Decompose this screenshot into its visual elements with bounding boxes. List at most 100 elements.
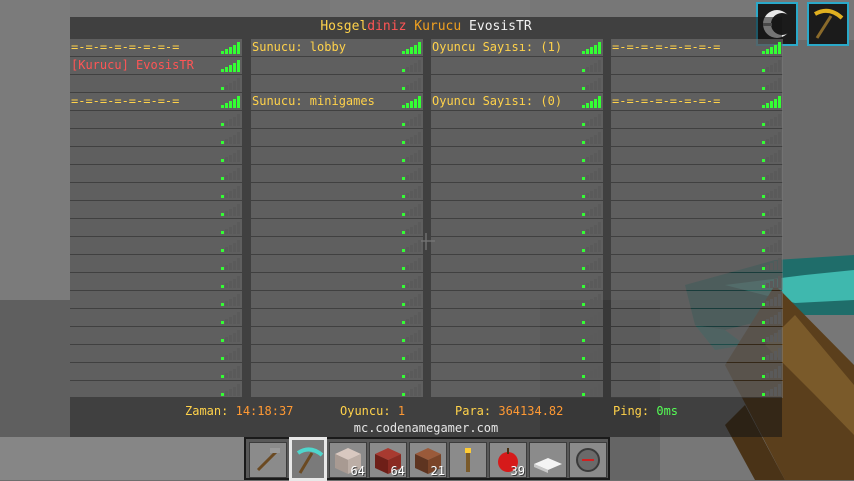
signal-strength-icon [402, 132, 421, 144]
footer-players: Oyuncu: 1 [340, 404, 405, 418]
signal-strength-icon [582, 312, 601, 324]
signal-strength-icon [582, 204, 601, 216]
signal-strength-icon [762, 132, 781, 144]
tab-slot [70, 363, 242, 380]
hotbar-slot-7[interactable]: 39 [489, 442, 527, 478]
hotbar-slot-4[interactable]: 64 [369, 442, 407, 478]
tab-slot [431, 201, 603, 218]
tab-slot [251, 183, 423, 200]
time-label: Zaman: [185, 404, 229, 418]
hotbar-slot-9[interactable] [569, 442, 607, 478]
signal-strength-icon [582, 42, 601, 54]
hotbar[interactable]: 64 64 21 39 [244, 437, 610, 481]
tab-slot [611, 327, 783, 344]
hotbar-slot-1[interactable] [249, 442, 287, 478]
tab-slot [431, 273, 603, 290]
tab-slot [431, 111, 603, 128]
signal-strength-icon [402, 258, 421, 270]
signal-strength-icon [762, 240, 781, 252]
player-tab-list: Hosgeldiniz Kurucu EvosisTR =-=-=-=-=-=-… [70, 17, 783, 398]
tab-slot [431, 327, 603, 344]
tab-header: Hosgeldiniz Kurucu EvosisTR [70, 19, 782, 35]
footer-time: Zaman: 14:18:37 [185, 404, 293, 418]
signal-strength-icon [402, 294, 421, 306]
hotbar-slot-8[interactable] [529, 442, 567, 478]
tab-slot [70, 201, 242, 218]
tab-slot [251, 147, 423, 164]
tab-slot [431, 291, 603, 308]
signal-strength-icon [762, 294, 781, 306]
tab-slot [70, 219, 242, 236]
hotbar-slot-2[interactable] [289, 437, 327, 481]
tab-slot: =-=-=-=-=-=-=-= [611, 39, 783, 56]
signal-strength-icon [221, 78, 240, 90]
tab-slot-text: =-=-=-=-=-=-=-= [612, 40, 721, 54]
tab-slot [251, 255, 423, 272]
tab-slot-text: =-=-=-=-=-=-=-= [612, 94, 721, 108]
tab-slot [611, 75, 783, 92]
signal-strength-icon [221, 330, 240, 342]
haste-effect-icon [807, 2, 849, 46]
signal-strength-icon [582, 60, 601, 72]
tab-slot [611, 183, 783, 200]
tab-slot [70, 111, 242, 128]
signal-strength-icon [762, 204, 781, 216]
signal-strength-icon [221, 60, 240, 72]
tab-slot [70, 147, 242, 164]
signal-strength-icon [221, 348, 240, 360]
signal-strength-icon [582, 168, 601, 180]
money-label: Para: [455, 404, 492, 418]
signal-strength-icon [221, 168, 240, 180]
signal-strength-icon [221, 312, 240, 324]
server-address: mc.codenamegamer.com [353, 421, 499, 435]
tab-slot [70, 291, 242, 308]
signal-strength-icon [762, 114, 781, 126]
hotbar-slot-6[interactable] [449, 442, 487, 478]
signal-strength-icon [402, 168, 421, 180]
tab-slot [251, 219, 423, 236]
tab-slot-text: Oyuncu Sayısı: (1) [432, 40, 563, 54]
signal-strength-icon [221, 240, 240, 252]
tab-slot [70, 129, 242, 146]
signal-strength-icon [221, 222, 240, 234]
signal-strength-icon [402, 204, 421, 216]
signal-strength-icon [582, 186, 601, 198]
signal-strength-icon [582, 96, 601, 108]
signal-strength-icon [402, 222, 421, 234]
signal-strength-icon [762, 258, 781, 270]
tab-slot [431, 363, 603, 380]
hoe-icon [256, 448, 280, 472]
signal-strength-icon [402, 240, 421, 252]
signal-strength-icon [402, 96, 421, 108]
tab-slot [251, 237, 423, 254]
tab-slot [611, 111, 783, 128]
header-greeting-suffix: diniz [367, 19, 407, 34]
tab-slot [431, 129, 603, 146]
signal-strength-icon [221, 132, 240, 144]
signal-strength-icon [402, 276, 421, 288]
header-player-name: EvosisTR [469, 19, 532, 34]
tab-slot [70, 255, 242, 272]
tab-slot [251, 165, 423, 182]
signal-strength-icon [402, 366, 421, 378]
signal-strength-icon [221, 96, 240, 108]
signal-strength-icon [221, 276, 240, 288]
signal-strength-icon [582, 258, 601, 270]
tab-slot: Oyuncu Sayısı: (1) [431, 39, 603, 56]
tab-slot: =-=-=-=-=-=-=-= [70, 39, 242, 56]
hotbar-slot-5[interactable]: 21 [409, 442, 447, 478]
tab-slot [251, 291, 423, 308]
signal-strength-icon [762, 348, 781, 360]
signal-strength-icon [221, 186, 240, 198]
tab-slot [70, 165, 242, 182]
tab-slot [251, 327, 423, 344]
tab-slot [611, 291, 783, 308]
signal-strength-icon [582, 366, 601, 378]
signal-strength-icon [582, 240, 601, 252]
signal-strength-icon [221, 258, 240, 270]
hotbar-slot-3[interactable]: 64 [329, 442, 367, 478]
tab-slot [431, 309, 603, 326]
ping-value: 0ms [656, 404, 679, 418]
tab-slot [431, 183, 603, 200]
signal-strength-icon [762, 60, 781, 72]
